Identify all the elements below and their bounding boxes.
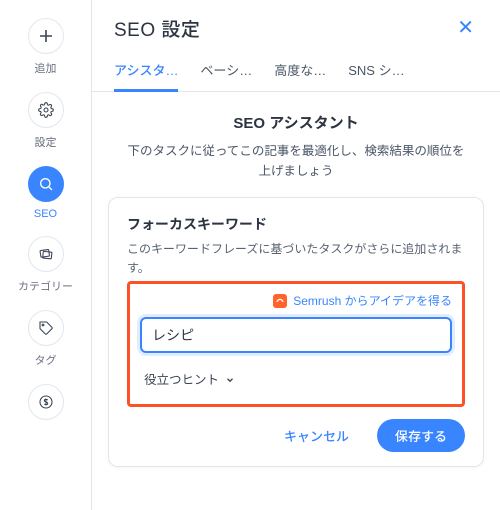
tab-sns[interactable]: SNS シ… [348,60,404,91]
rail-label: 設定 [35,134,57,150]
gear-icon [28,92,64,128]
hint-row: 役立つヒント [140,363,452,394]
dollar-icon [28,384,64,420]
panel-body: SEO アシスタント 下のタスクに従ってこの記事を最適化し、検索結果の順位を上げ… [92,92,500,510]
search-icon [28,166,64,202]
rail-item-settings[interactable]: 設定 [28,92,64,150]
close-button[interactable]: ✕ [453,14,478,42]
tab-advanced[interactable]: 高度な… [274,60,326,91]
tab-assistant[interactable]: アシスタ… [114,60,178,92]
rail-label: 追加 [35,60,57,76]
assistant-hero: SEO アシスタント 下のタスクに従ってこの記事を最適化し、検索結果の順位を上げ… [108,112,484,181]
card-actions: キャンセル 保存する [127,419,465,452]
chevron-down-icon [225,375,235,385]
page-title: SEO 設定 [114,15,200,42]
tag-icon [28,310,64,346]
rail-label: タグ [35,352,57,368]
semrush-ideas-link[interactable]: Semrush からアイデアを得る [293,292,452,309]
helpful-hint-label: 役立つヒント [144,369,219,388]
rail-label: カテゴリー [18,278,73,294]
semrush-row: Semrush からアイデアを得る [140,292,452,309]
semrush-icon [273,294,287,308]
cancel-button[interactable]: キャンセル [266,419,367,452]
focus-keyword-input[interactable] [140,317,452,353]
assistant-hero-subtitle: 下のタスクに従ってこの記事を最適化し、検索結果の順位を上げましょう [108,141,484,181]
rail-item-add[interactable]: 追加 [28,18,64,76]
focus-keyword-desc: このキーワードフレーズに基づいたタスクがさらに追加されます。 [127,240,465,277]
cards-icon [28,236,64,272]
helpful-hint-toggle[interactable]: 役立つヒント [140,363,239,394]
tab-bar: アシスタ… ベーシ… 高度な… SNS シ… [92,42,500,92]
assistant-hero-title: SEO アシスタント [108,112,484,133]
app-root: 追加 設定 SEO カテゴリー タグ [0,0,500,510]
main-panel: SEO 設定 ✕ アシスタ… ベーシ… 高度な… SNS シ… SEO アシスタ… [92,0,500,510]
rail-item-monetize[interactable] [28,384,64,426]
rail-item-tag[interactable]: タグ [28,310,64,368]
rail-item-seo[interactable]: SEO [28,166,64,220]
save-button[interactable]: 保存する [377,419,465,452]
rail-label: SEO [34,208,57,220]
left-rail: 追加 設定 SEO カテゴリー タグ [0,0,92,510]
rail-item-category[interactable]: カテゴリー [18,236,73,294]
highlight-box: Semrush からアイデアを得る 役立つヒント [127,281,465,407]
panel-header: SEO 設定 ✕ [92,0,500,42]
focus-keyword-title: フォーカスキーワード [127,214,465,234]
plus-icon [28,18,64,54]
tab-basic[interactable]: ベーシ… [200,60,252,91]
close-icon: ✕ [457,17,474,39]
focus-keyword-card: フォーカスキーワード このキーワードフレーズに基づいたタスクがさらに追加されます… [108,197,484,467]
